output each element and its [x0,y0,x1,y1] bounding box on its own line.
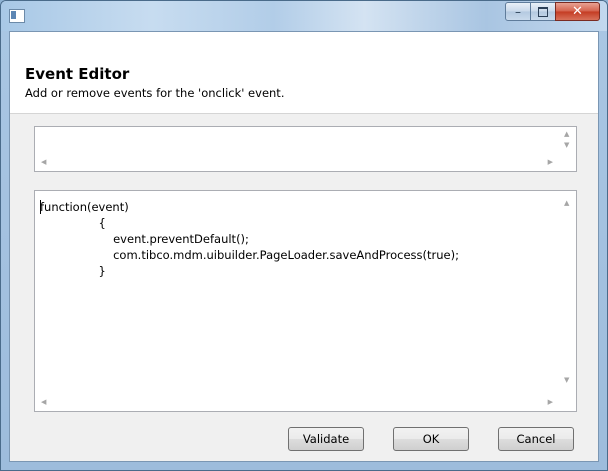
events-list-vertical-scrollbar[interactable]: ▲ ▼ [559,127,576,154]
scroll-left-icon[interactable]: ◀ [41,399,46,406]
scroll-up-icon[interactable]: ▲ [564,131,569,138]
code-line: event.preventDefault(); [40,232,249,246]
code-line: { [40,216,106,230]
scroll-left-icon[interactable]: ◀ [41,159,46,166]
text-cursor [40,200,41,214]
close-button[interactable]: ✕ [555,2,600,21]
code-line: com.tibco.mdm.uibuilder.PageLoader.saveA… [40,248,459,262]
validate-button[interactable]: Validate [288,427,364,451]
minimize-icon: – [515,4,521,19]
scroll-down-icon[interactable]: ▼ [564,142,569,149]
title-bar[interactable]: – ✕ [1,1,607,31]
ok-button[interactable]: OK [393,427,469,451]
dialog-window: – ✕ Event Editor Add or remove events fo… [0,0,608,471]
scroll-corner [559,154,576,171]
code-text[interactable]: function(event) { event.preventDefault()… [40,199,459,279]
editor-vertical-scrollbar[interactable]: ▲ ▼ [559,191,576,394]
editor-horizontal-scrollbar[interactable]: ◀ ▶ [35,394,559,411]
minimize-button[interactable]: – [505,2,531,21]
maximize-button[interactable] [530,2,556,21]
scroll-right-icon[interactable]: ▶ [548,399,553,406]
scroll-corner [559,394,576,411]
dialog-title: Event Editor [25,65,130,83]
dialog-header: Event Editor Add or remove events for th… [10,32,598,114]
dialog-body: Event Editor Add or remove events for th… [9,31,599,462]
code-editor[interactable]: function(event) { event.preventDefault()… [34,190,577,412]
code-line: function(event) [40,200,129,214]
window-controls: – ✕ [505,2,600,21]
cancel-button[interactable]: Cancel [498,427,574,451]
scroll-right-icon[interactable]: ▶ [548,159,553,166]
scroll-up-icon[interactable]: ▲ [564,200,569,207]
maximize-icon [538,6,548,17]
events-list[interactable]: ▲ ▼ ◀ ▶ [34,126,577,172]
code-line: } [40,264,106,278]
scroll-down-icon[interactable]: ▼ [564,377,569,384]
app-icon [9,9,25,23]
close-icon: ✕ [572,4,583,19]
dialog-description: Add or remove events for the 'onclick' e… [25,86,285,100]
events-list-horizontal-scrollbar[interactable]: ◀ ▶ [35,154,559,171]
